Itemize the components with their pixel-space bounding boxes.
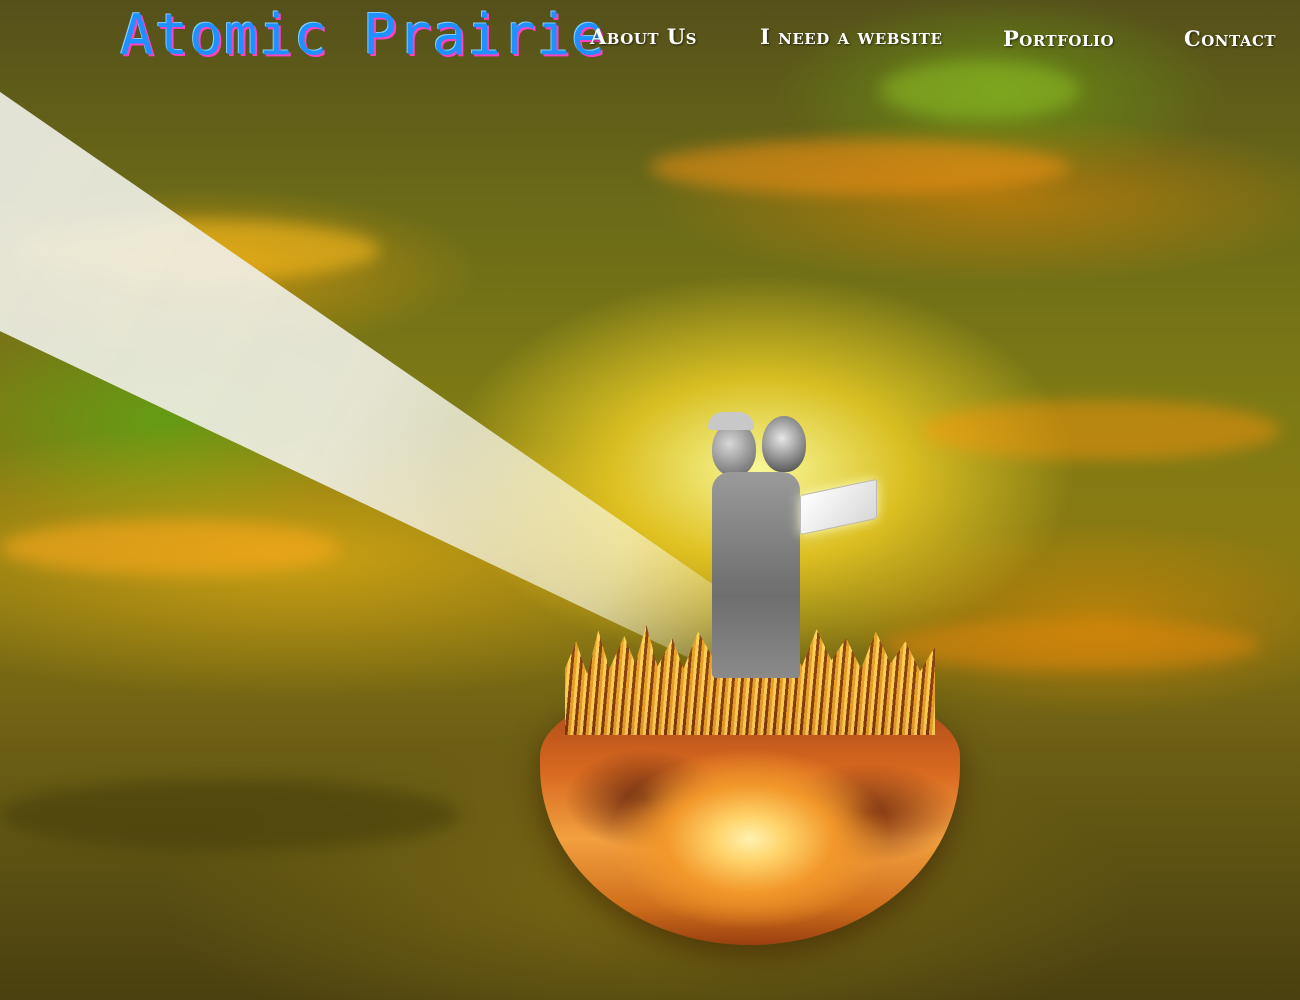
cloud-streak [0, 520, 340, 575]
cloud-streak [880, 60, 1080, 120]
nav-link-i-need-a-website[interactable]: I need a website [760, 24, 942, 49]
cap-icon [708, 412, 754, 430]
cloud-streak [650, 140, 1070, 195]
nav-link-portfolio[interactable]: Portfolio [1003, 26, 1114, 51]
figure-head-left [712, 422, 756, 476]
main-nav: About Us I need a website Portfolio Cont… [0, 24, 1300, 54]
cloud-streak [880, 620, 1260, 670]
figure-body [712, 472, 800, 678]
nav-link-contact[interactable]: Contact [1184, 26, 1276, 51]
nav-link-about-us[interactable]: About Us [590, 24, 697, 49]
cloud-streak [0, 780, 460, 850]
page: Atomic Prairie About Us I need a website… [0, 0, 1300, 1000]
cloud-streak [920, 400, 1280, 460]
hero-figures [700, 408, 880, 688]
figure-head-right [762, 416, 806, 472]
